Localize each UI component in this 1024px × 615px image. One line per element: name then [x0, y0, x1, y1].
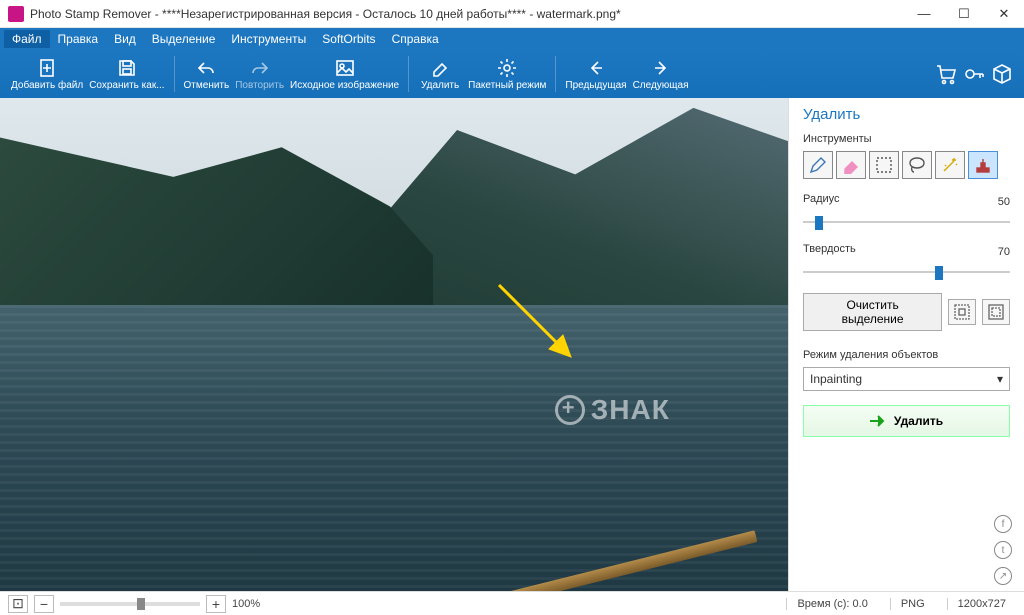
arrow-left-icon — [586, 58, 606, 78]
key-icon[interactable] — [960, 52, 988, 96]
status-bar: ⊡ − + 100% Время (с): 0.0 PNG 1200x727 — [0, 591, 1024, 615]
hardness-slider[interactable] — [803, 265, 1010, 279]
share-icon[interactable]: ↗ — [994, 567, 1012, 585]
prev-label: Предыдущая — [565, 80, 626, 91]
radius-label: Радиус — [803, 193, 840, 205]
grow-selection-button[interactable] — [982, 299, 1010, 325]
hardness-label: Твердость — [803, 243, 856, 255]
menu-view[interactable]: Вид — [106, 30, 144, 48]
zoom-out-button[interactable]: − — [34, 595, 54, 613]
clear-selection-button[interactable]: Очистить выделение — [803, 293, 942, 331]
chevron-down-icon: ▾ — [997, 372, 1003, 386]
eraser-icon — [430, 58, 450, 78]
next-button[interactable]: Следующая — [630, 52, 692, 96]
original-image-button[interactable]: Исходное изображение — [287, 52, 402, 96]
gear-icon — [497, 58, 517, 78]
plus-page-icon — [37, 58, 57, 78]
prev-button[interactable]: Предыдущая — [562, 52, 629, 96]
facebook-icon[interactable]: f — [994, 515, 1012, 533]
zoom-fit-button[interactable]: ⊡ — [8, 595, 28, 613]
app-icon — [8, 6, 24, 22]
tools-label: Инструменты — [803, 133, 1010, 145]
menubar: Файл Правка Вид Выделение Инструменты So… — [0, 28, 1024, 50]
pencil-tool[interactable] — [803, 151, 833, 179]
main-area: ЗНАК Удалить Инструменты Радиус 50 Тверд… — [0, 98, 1024, 591]
add-file-button[interactable]: Добавить файл — [8, 52, 86, 96]
removal-mode-value: Inpainting — [810, 372, 862, 386]
undo-label: Отменить — [184, 80, 230, 91]
sidebar: Удалить Инструменты Радиус 50 Твердость … — [788, 98, 1024, 591]
sidebar-title: Удалить — [803, 106, 1010, 123]
menu-edit[interactable]: Правка — [50, 30, 107, 48]
menu-tools[interactable]: Инструменты — [223, 30, 314, 48]
next-label: Следующая — [633, 80, 689, 91]
social-links: f t ↗ — [994, 515, 1012, 585]
save-icon — [117, 58, 137, 78]
batch-label: Пакетный режим — [468, 80, 546, 91]
zoom-control: ⊡ − + 100% — [8, 595, 260, 613]
hardness-value: 70 — [998, 246, 1010, 258]
shrink-selection-button[interactable] — [948, 299, 976, 325]
image-icon — [335, 58, 355, 78]
arrow-right-icon — [651, 58, 671, 78]
magic-wand-tool[interactable] — [935, 151, 965, 179]
original-label: Исходное изображение — [290, 80, 399, 91]
close-button[interactable]: ✕ — [984, 0, 1024, 28]
watermark-text: ЗНАК — [591, 394, 670, 426]
image-canvas[interactable]: ЗНАК — [0, 98, 788, 591]
titlebar: Photo Stamp Remover - ****Незарегистриро… — [0, 0, 1024, 28]
menu-help[interactable]: Справка — [384, 30, 447, 48]
menu-softorbits[interactable]: SoftOrbits — [314, 30, 383, 48]
radius-slider[interactable] — [803, 215, 1010, 229]
annotation-arrow — [489, 275, 589, 375]
remove-action-button[interactable]: Удалить — [803, 405, 1010, 437]
add-file-label: Добавить файл — [11, 80, 83, 91]
undo-icon — [196, 58, 216, 78]
remove-button[interactable]: Удалить — [415, 52, 465, 96]
redo-icon — [250, 58, 270, 78]
status-dimensions: 1200x727 — [947, 598, 1016, 610]
clone-stamp-tool[interactable] — [968, 151, 998, 179]
photo-content: ЗНАК — [0, 98, 788, 591]
zoom-percent: 100% — [232, 598, 260, 610]
menu-selection[interactable]: Выделение — [144, 30, 224, 48]
eraser-tool[interactable] — [836, 151, 866, 179]
lasso-tool[interactable] — [902, 151, 932, 179]
remove-action-label: Удалить — [894, 414, 943, 428]
save-as-label: Сохранить как... — [89, 80, 164, 91]
removal-mode-label: Режим удаления объектов — [803, 349, 1010, 361]
zoom-in-button[interactable]: + — [206, 595, 226, 613]
arrow-right-bold-icon — [870, 415, 886, 427]
radius-value: 50 — [998, 196, 1010, 208]
watermark: ЗНАК — [555, 394, 670, 426]
status-time: Время (с): 0.0 — [786, 598, 877, 610]
cart-icon[interactable] — [932, 52, 960, 96]
maximize-button[interactable]: ☐ — [944, 0, 984, 28]
zoom-slider[interactable] — [60, 602, 200, 606]
removal-mode-select[interactable]: Inpainting ▾ — [803, 367, 1010, 391]
marquee-tool[interactable] — [869, 151, 899, 179]
tools-row — [803, 151, 1010, 179]
redo-label: Повторить — [235, 80, 284, 91]
ribbon-toolbar: Добавить файл Сохранить как... Отменить … — [0, 50, 1024, 98]
window-title: Photo Stamp Remover - ****Незарегистриро… — [30, 7, 904, 21]
minimize-button[interactable]: — — [904, 0, 944, 28]
menu-file[interactable]: Файл — [4, 30, 50, 48]
save-as-button[interactable]: Сохранить как... — [86, 52, 167, 96]
package-icon[interactable] — [988, 52, 1016, 96]
twitter-icon[interactable]: t — [994, 541, 1012, 559]
batch-mode-button[interactable]: Пакетный режим — [465, 52, 549, 96]
redo-button[interactable]: Повторить — [232, 52, 287, 96]
remove-label: Удалить — [421, 80, 459, 91]
status-format: PNG — [890, 598, 935, 610]
undo-button[interactable]: Отменить — [181, 52, 233, 96]
